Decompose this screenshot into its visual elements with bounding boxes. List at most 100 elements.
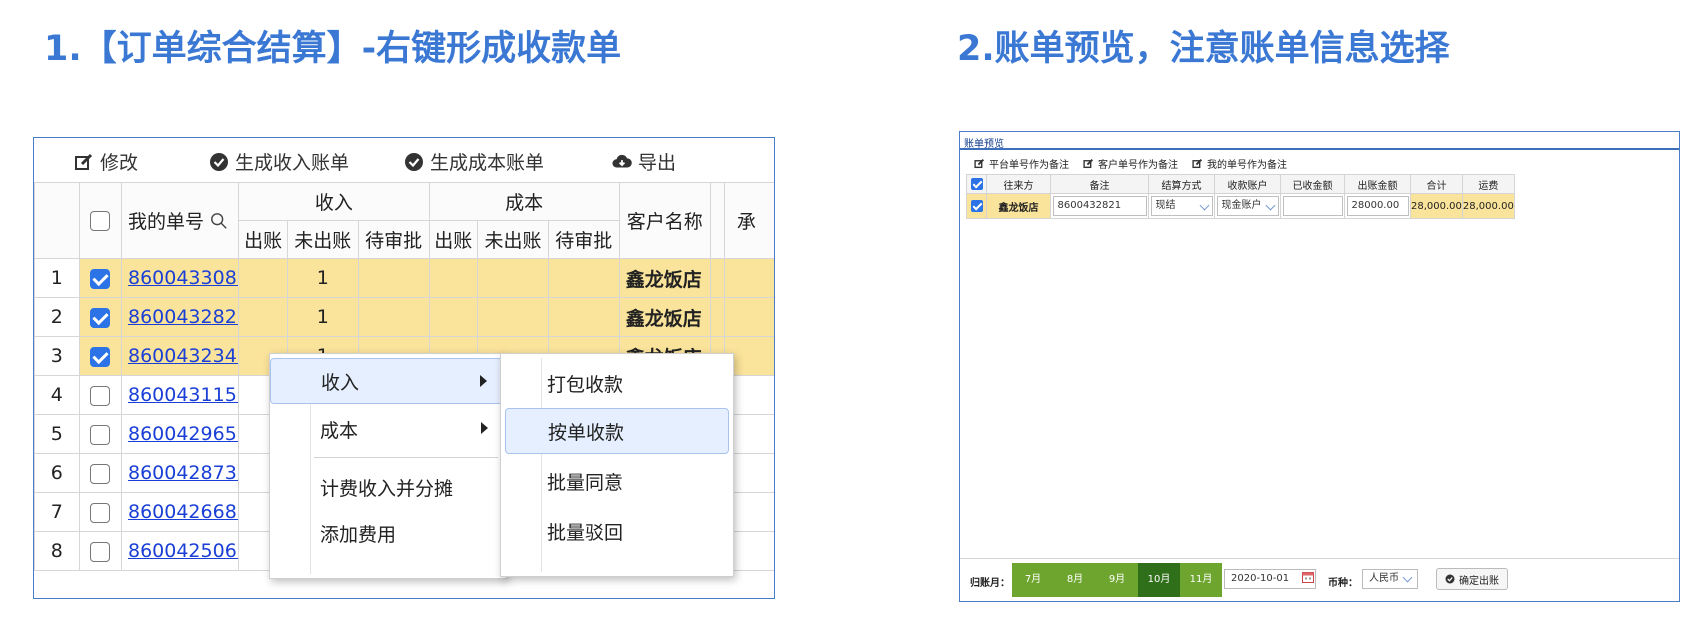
row-checkbox[interactable] xyxy=(78,414,122,454)
export-button[interactable]: 导出 xyxy=(612,148,676,175)
select-all-checkbox[interactable] xyxy=(78,182,122,259)
order-number-link[interactable]: 8600432341 xyxy=(128,345,238,367)
edit-button[interactable]: 修改 xyxy=(74,148,138,175)
generate-income-bill-button[interactable]: 生成收入账单 xyxy=(209,148,349,175)
month-selector: 7月 8月 9月 10月 11月 xyxy=(1012,563,1222,597)
currency-label: 币种： xyxy=(1328,578,1358,589)
order-number-cell[interactable]: 8600432341 xyxy=(120,336,240,376)
settle-method-select[interactable]: 现结 xyxy=(1150,196,1213,216)
platform-no-as-remark-button[interactable]: 平台单号作为备注 xyxy=(974,156,1069,171)
income-group-header: 收入 xyxy=(238,182,430,221)
export-label: 导出 xyxy=(638,152,677,174)
order-number-link[interactable]: 8600429651 xyxy=(128,423,238,445)
row-checkbox[interactable] xyxy=(78,258,122,298)
order-number-link[interactable]: 8600428736 xyxy=(128,462,238,484)
order-number-link[interactable]: 8600431150 xyxy=(128,384,238,406)
generate-income-bill-label: 生成收入账单 xyxy=(235,152,350,174)
bill-preview-window: 账单预览 平台单号作为备注 客户单号作为备注 我的单号作为备注 往来方 备注 结… xyxy=(959,131,1680,602)
order-number-link[interactable]: 8600425068 xyxy=(128,540,238,562)
platform-no-as-remark-label: 平台单号作为备注 xyxy=(989,160,1069,171)
menu-item-income[interactable]: 收入 xyxy=(270,358,506,404)
calendar-icon[interactable] xyxy=(1302,571,1314,583)
row-checkbox[interactable] xyxy=(78,336,122,376)
truncated-header: 承 xyxy=(723,182,774,259)
month-button[interactable]: 7月 xyxy=(1012,563,1054,597)
order-number-cell[interactable]: 8600433086 xyxy=(120,258,240,298)
check-circle-icon xyxy=(405,152,423,171)
menu-item-charge-split[interactable]: 计费收入并分摊 xyxy=(270,464,506,510)
bill-remark-input[interactable]: 8600432821 xyxy=(1052,196,1147,216)
income-billed-cell xyxy=(238,297,288,337)
submenu-item-pack[interactable]: 打包收款 xyxy=(501,360,733,406)
left-heading: 1.【订单综合结算】-右键形成收款单 xyxy=(44,29,622,69)
search-icon[interactable] xyxy=(210,212,228,230)
row-number: 8 xyxy=(34,531,80,571)
order-number-cell[interactable]: 8600432821 xyxy=(120,297,240,337)
menu-item-add-fee-label: 添加费用 xyxy=(320,523,397,546)
table-row[interactable]: 1 8600433086 1 鑫龙饭店 xyxy=(34,258,774,298)
row-checkbox[interactable] xyxy=(78,492,122,532)
month-button[interactable]: 9月 xyxy=(1096,563,1138,597)
row-checkbox[interactable] xyxy=(78,375,122,415)
submenu-item-batch-reject[interactable]: 批量驳回 xyxy=(501,508,733,554)
menu-item-charge-split-label: 计费收入并分摊 xyxy=(320,477,454,500)
order-number-cell[interactable]: 8600425068 xyxy=(120,531,240,571)
bill-header-received: 已收金额 xyxy=(1280,174,1345,194)
row-number: 1 xyxy=(34,258,80,298)
menu-item-add-fee[interactable]: 添加费用 xyxy=(270,510,506,556)
received-amount-input[interactable] xyxy=(1282,196,1343,216)
order-no-header[interactable]: 我的单号 xyxy=(120,182,240,259)
table-row[interactable]: 2 8600432821 1 鑫龙饭店 xyxy=(34,297,774,337)
row-checkbox[interactable] xyxy=(78,297,122,337)
bill-row-checkbox[interactable] xyxy=(966,193,987,219)
cost-group-header: 成本 xyxy=(428,182,620,221)
month-button-active[interactable]: 10月 xyxy=(1138,563,1180,597)
my-no-as-remark-button[interactable]: 我的单号作为备注 xyxy=(1192,156,1287,171)
bill-header-total: 合计 xyxy=(1410,174,1463,194)
customer-no-as-remark-label: 客户单号作为备注 xyxy=(1098,160,1178,171)
submenu-item-batch-agree[interactable]: 批量同意 xyxy=(501,458,733,504)
order-number-link[interactable]: 8600426682 xyxy=(128,501,238,523)
bill-amount-input[interactable]: 28000.00 xyxy=(1346,196,1409,216)
row-number: 2 xyxy=(34,297,80,337)
row-number: 6 xyxy=(34,453,80,493)
submenu-arrow-icon xyxy=(481,422,488,434)
row-checkbox[interactable] xyxy=(78,453,122,493)
order-number-cell[interactable]: 8600428736 xyxy=(120,453,240,493)
receive-account-select[interactable]: 现金账户 xyxy=(1216,196,1279,216)
truncated-cell xyxy=(723,297,774,337)
customer-no-as-remark-button[interactable]: 客户单号作为备注 xyxy=(1083,156,1178,171)
menu-item-cost[interactable]: 成本 xyxy=(270,406,506,452)
submenu-item-by-order[interactable]: 按单收款 xyxy=(505,408,729,454)
order-no-header-label: 我的单号 xyxy=(127,211,204,233)
order-number-link[interactable]: 8600432821 xyxy=(128,306,238,328)
edit-label: 修改 xyxy=(100,152,139,174)
bill-party: 鑫龙饭店 xyxy=(986,193,1051,219)
month-button[interactable]: 8月 xyxy=(1054,563,1096,597)
order-number-cell[interactable]: 8600429651 xyxy=(120,414,240,454)
chevron-down-icon xyxy=(1265,200,1275,211)
order-number-cell[interactable]: 8600431150 xyxy=(120,375,240,415)
bill-table: 往来方 备注 结算方式 收款账户 已收金额 出账金额 合计 运费 鑫龙饭店 86… xyxy=(966,174,1515,219)
currency-select[interactable]: 人民币 xyxy=(1362,569,1418,589)
bill-header-party: 往来方 xyxy=(986,174,1051,194)
bill-header-freight: 运费 xyxy=(1461,174,1515,194)
cost-unbilled-cell xyxy=(477,297,549,337)
bill-select-all-checkbox[interactable] xyxy=(966,174,987,194)
order-number-link[interactable]: 8600433086 xyxy=(128,267,238,289)
cost-billed-header: 出账 xyxy=(428,220,479,259)
spacer-cell xyxy=(709,258,725,298)
menu-item-cost-label: 成本 xyxy=(320,419,359,442)
customer-cell: 鑫龙饭店 xyxy=(618,297,711,337)
confirm-bill-button[interactable]: 确定出账 xyxy=(1436,568,1508,590)
order-number-cell[interactable]: 8600426682 xyxy=(120,492,240,532)
generate-cost-bill-button[interactable]: 生成成本账单 xyxy=(404,148,544,175)
row-number: 5 xyxy=(34,414,80,454)
cost-pending-cell xyxy=(547,258,620,298)
cost-billed-cell xyxy=(428,258,479,298)
row-checkbox[interactable] xyxy=(78,531,122,571)
bill-freight: 28,000.00 xyxy=(1461,193,1515,219)
month-button[interactable]: 11月 xyxy=(1180,563,1222,597)
income-unbilled-cell: 1 xyxy=(286,297,359,337)
chevron-down-icon xyxy=(1199,200,1209,211)
